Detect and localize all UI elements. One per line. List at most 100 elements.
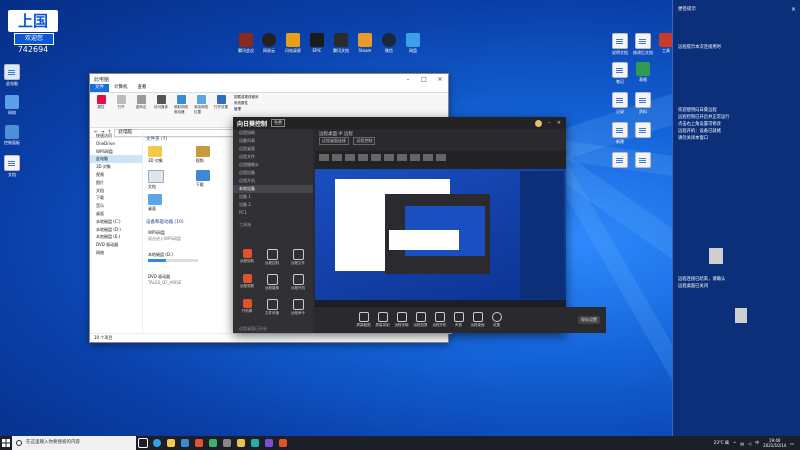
sidebar-item[interactable]: 设备列表 — [233, 137, 313, 145]
app-icon-red[interactable] — [192, 436, 206, 450]
sound-button[interactable]: 声音 — [450, 312, 467, 328]
folder-item[interactable]: 3D 对象 — [148, 146, 190, 168]
tool-files[interactable]: 远程文件 — [288, 249, 308, 266]
desktop-icon-right-5[interactable]: 表格 — [632, 62, 654, 82]
ribbon-properties-button[interactable]: 属性 — [94, 95, 108, 125]
ribbon-add-location-button[interactable]: 添加网络位置 — [194, 95, 208, 125]
remote-screen[interactable] — [315, 169, 566, 305]
drive-item[interactable]: DVD 驱动器 TALES_OF_ARISE — [148, 274, 228, 292]
desktop-icon-network[interactable]: 网络 — [1, 95, 23, 115]
nav-item[interactable]: 网络 — [90, 249, 142, 257]
sidebar-item[interactable]: 远程桌面 — [233, 145, 313, 153]
thumbnail[interactable] — [410, 154, 420, 161]
desktop-button[interactable]: 远程桌面 — [469, 312, 486, 328]
ribbon-open-button[interactable]: 打开 — [114, 95, 128, 125]
ribbon-uninstall-link[interactable]: 卸载或更改程序 — [234, 95, 259, 100]
avatar[interactable] — [535, 119, 543, 127]
ribbon-manage-link[interactable]: 管理 — [234, 107, 259, 112]
thumbnail[interactable] — [358, 154, 368, 161]
thumbnail[interactable] — [397, 154, 407, 161]
clock[interactable]: 19:40 2021/10/14 — [763, 438, 786, 448]
sidebar-item[interactable]: 设备 1 — [233, 193, 313, 201]
thumbnail[interactable] — [384, 154, 394, 161]
explorer-titlebar[interactable]: 此电脑 – □ × — [90, 74, 448, 84]
minimize-icon[interactable]: – — [548, 120, 551, 127]
desktop-icon-right-2[interactable]: 修改后文档 — [632, 33, 654, 55]
app-icon-yellow[interactable] — [234, 436, 248, 450]
nav-item[interactable]: 图片 — [90, 179, 142, 187]
close-icon[interactable]: × — [432, 76, 448, 83]
save-settings-button[interactable]: 保存设置 — [578, 316, 600, 324]
tool-power[interactable]: 远程开机 — [288, 274, 308, 291]
close-icon[interactable]: × — [791, 6, 796, 16]
nav-item[interactable]: 下载 — [90, 194, 142, 202]
thumbnail[interactable] — [436, 154, 446, 161]
tool-command[interactable]: 远程命令 — [288, 299, 308, 316]
nav-item[interactable]: WPS网盘 — [90, 148, 142, 156]
desktop-icon-cloud[interactable]: 网盘 — [402, 33, 424, 53]
note-file-icon[interactable] — [735, 308, 747, 323]
folder-item[interactable]: 桌面 — [148, 194, 190, 216]
taskbar-search-input[interactable]: 在这里输入你要搜索的内容 — [12, 436, 136, 450]
tab-computer[interactable]: 计算机 — [109, 84, 133, 92]
chevron-up-icon[interactable]: ^ — [733, 441, 736, 446]
app-icon-teal[interactable] — [248, 436, 262, 450]
drive-item[interactable]: 本地磁盘 (D:) — [148, 252, 228, 270]
sidebar-item[interactable]: 远程开机 — [233, 177, 313, 185]
desktop-icon-epic[interactable]: EPIC — [306, 33, 328, 53]
volume-icon[interactable]: ◁ — [748, 441, 751, 446]
remote-desktop-button[interactable]: 远程桌面连接 — [319, 137, 349, 145]
desktop-icon-right-11[interactable] — [632, 152, 654, 169]
minimize-icon[interactable]: – — [400, 76, 416, 83]
tool-transfer[interactable]: 文件传输 — [262, 299, 282, 316]
nav-item[interactable]: 此电脑 — [90, 155, 142, 164]
desktop-icon-right-9[interactable] — [632, 122, 654, 139]
folder-item[interactable]: 视频 — [195, 146, 238, 168]
folder-icon[interactable] — [164, 436, 178, 450]
desktop-icon-document[interactable]: 文档 — [1, 155, 23, 177]
tab-view[interactable]: 查看 — [133, 84, 152, 92]
thumbnail[interactable] — [319, 154, 329, 161]
edge-icon[interactable] — [150, 436, 164, 450]
desktop-icon-right-7[interactable]: 资料 — [632, 92, 654, 114]
screenshot-button[interactable]: 屏幕截图 — [355, 312, 372, 328]
ribbon-map-drive-button[interactable]: 映射网络驱动器 — [174, 95, 188, 125]
nav-item[interactable]: DVD 驱动器 — [90, 241, 142, 249]
desktop-icon-recorder[interactable]: 闪电录屏 — [282, 33, 304, 53]
network-icon[interactable]: ▤ — [740, 441, 744, 446]
desktop-icon-pc[interactable]: 此电脑 — [1, 64, 23, 86]
nav-item[interactable]: 3D 对象 — [90, 163, 142, 171]
power-button[interactable]: 远程开机 — [431, 312, 448, 328]
nav-item[interactable]: OneDrive — [90, 140, 142, 148]
ribbon-rename-button[interactable]: 重命名 — [134, 95, 148, 125]
tab-file[interactable]: 文件 — [90, 84, 109, 92]
record-button[interactable]: 屏幕录制 — [374, 312, 391, 328]
drive-item[interactable]: WPS网盘 双击进入WPS网盘 — [148, 230, 228, 248]
nav-item[interactable]: 本地磁盘 (C:) — [90, 218, 142, 226]
app-titlebar[interactable]: 向日葵控制 免费 – × — [233, 117, 566, 129]
sidebar-item[interactable]: 远程设备 — [233, 169, 313, 177]
nav-item[interactable]: 本地磁盘 (E:) — [90, 233, 142, 241]
cast-button[interactable]: 远程投屏 — [412, 312, 429, 328]
tool-assist[interactable]: 远程协助 — [237, 249, 257, 264]
app-icon-green[interactable] — [206, 436, 220, 450]
windows-start-button[interactable] — [0, 436, 12, 450]
ribbon-system-props-link[interactable]: 系统属性 — [234, 101, 259, 106]
tool-stick[interactable]: 开机棒 — [237, 299, 257, 314]
folder-item[interactable]: 文档 — [148, 170, 190, 192]
thumbnail[interactable] — [423, 154, 433, 161]
sidebar-item[interactable]: 远程摄像头 — [233, 161, 313, 169]
thumbnail[interactable] — [371, 154, 381, 161]
tool-watch[interactable]: 远程观看 — [237, 274, 257, 289]
app-icon-purple[interactable] — [262, 436, 276, 450]
desktop-icon-music[interactable]: 网易云 — [258, 33, 280, 53]
ribbon-settings-button[interactable]: 打开设置 — [214, 95, 228, 125]
desktop-icon-right-10[interactable] — [609, 152, 631, 169]
sidebar-item[interactable]: 远程文件 — [233, 153, 313, 161]
desktop-icon-control[interactable]: 控制面板 — [1, 125, 23, 145]
maximize-icon[interactable]: □ — [416, 76, 432, 83]
tool-control[interactable]: 远程控制 — [262, 249, 282, 266]
nav-item[interactable]: 本地磁盘 (D:) — [90, 226, 142, 234]
desktop-icon-right-6[interactable]: 记录 — [609, 92, 631, 114]
nav-item[interactable]: 音乐 — [90, 202, 142, 210]
